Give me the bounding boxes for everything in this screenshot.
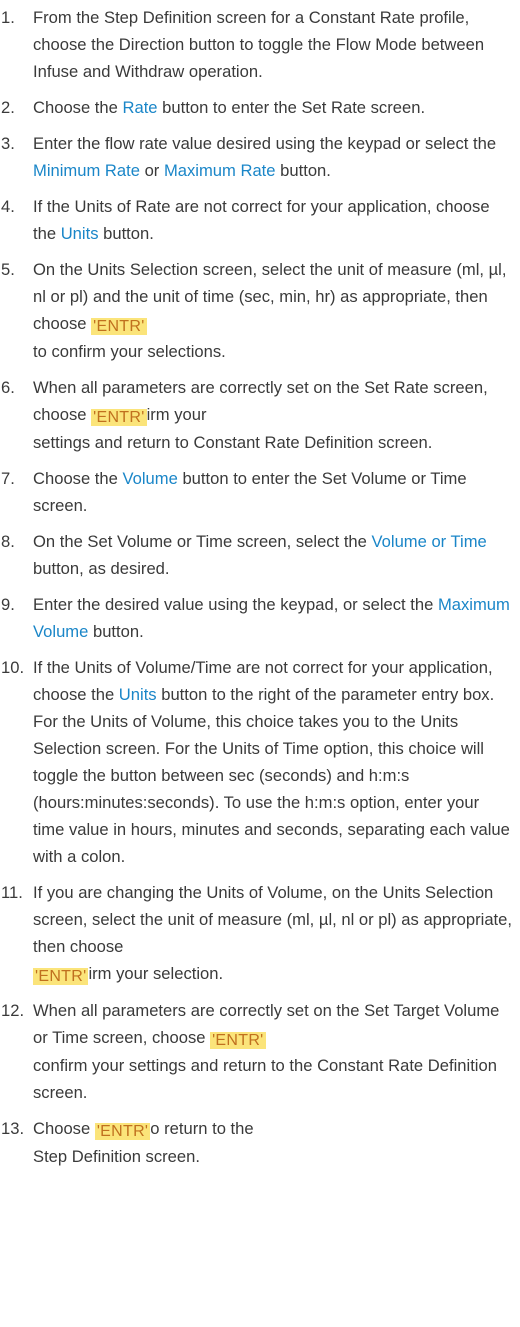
step-text-segment: button. (98, 224, 154, 243)
list-item: 8. On the Set Volume or Time screen, sele… (0, 528, 520, 582)
step-text: If the Units of Rate are not correct for… (33, 193, 514, 247)
step-number: 2. (1, 98, 15, 117)
list-item: 3. Enter the flow rate value desired usin… (0, 130, 520, 184)
step-text-segment: irm your selection. (88, 964, 224, 983)
entr-key-label: 'ENTR' (91, 318, 147, 335)
entr-key-label: 'ENTR' (91, 409, 147, 426)
step-number: 8. (1, 532, 15, 551)
step-number: 9. (1, 595, 15, 614)
list-item: 7. Choose the Volume button to enter the … (0, 465, 520, 519)
step-text-segment: When all parameters are correctly set on… (33, 1001, 500, 1047)
list-item: 12. When all parameters are correctly set… (0, 997, 520, 1106)
list-item: 6. When all parameters are correctly set … (0, 374, 520, 456)
step-text-segment: button. (275, 161, 331, 180)
step-text: Enter the flow rate value desired using … (33, 130, 514, 184)
instruction-list: 1. From the Step Definition screen for a … (0, 0, 520, 1170)
step-text: Choose the Rate button to enter the Set … (33, 94, 514, 121)
step-text-segment: button to the right of the parameter ent… (33, 685, 510, 866)
step-number: 4. (1, 197, 15, 216)
step-text: Choose the Volume button to enter the Se… (33, 465, 514, 519)
step-text: Enter the desired value using the keypad… (33, 591, 514, 645)
step-text: If the Units of Volume/Time are not corr… (33, 654, 514, 870)
step-number: 13. (1, 1119, 25, 1138)
step-text: When all parameters are correctly set on… (33, 374, 514, 456)
button-reference[interactable]: Minimum Rate (33, 161, 140, 180)
button-reference[interactable]: Volume (122, 469, 177, 488)
step-text-segment: Choose the (33, 98, 123, 117)
entr-key-label: 'ENTR' (210, 1032, 266, 1049)
step-text-segment: From the Step Definition screen for a Co… (33, 8, 485, 81)
entr-key-label: 'ENTR' (94, 1123, 151, 1140)
step-number: 5. (1, 260, 15, 279)
step-text-segment: Choose the (33, 469, 123, 488)
list-item: 11. If you are changing the Units of Volu… (0, 879, 520, 988)
button-reference[interactable]: Units (119, 685, 157, 704)
step-number: 10. (1, 658, 25, 677)
step-text-segment: Choose (33, 1119, 95, 1138)
button-reference[interactable]: Maximum Rate (164, 161, 276, 180)
step-number: 3. (1, 134, 15, 153)
step-number: 6. (1, 378, 15, 397)
entr-key-label: 'ENTR' (33, 968, 89, 985)
step-text-segment: to confirm your selections. (33, 342, 226, 361)
step-number: 11. (1, 883, 23, 902)
button-reference[interactable]: Rate (122, 98, 157, 117)
list-item: 1. From the Step Definition screen for a … (0, 4, 520, 85)
list-item: 10. If the Units of Volume/Time are not c… (0, 654, 520, 870)
step-text-segment: or (139, 161, 164, 180)
step-number: 1. (1, 8, 15, 27)
step-text: When all parameters are correctly set on… (33, 997, 514, 1106)
step-text: On the Units Selection screen, select th… (33, 256, 514, 365)
list-item: 13. Choose 'ENTR' o return to the Step Def… (0, 1115, 520, 1170)
button-reference[interactable]: Volume or Time (372, 532, 487, 551)
list-item: 9. Enter the desired value using the keyp… (0, 591, 520, 645)
step-text-segment: button. (88, 622, 144, 641)
step-number: 12. (1, 1001, 25, 1020)
list-item: 2. Choose the Rate button to enter the Se… (0, 94, 520, 121)
step-text-segment: Enter the desired value using the keypad… (33, 595, 438, 614)
step-text-segment: If you are changing the Units of Volume,… (33, 883, 513, 956)
step-text: Choose 'ENTR' o return to the Step Defini… (33, 1115, 514, 1170)
button-reference[interactable]: Units (61, 224, 99, 243)
step-text-segment: button, as desired. (33, 559, 170, 578)
step-text-segment: Enter the flow rate value desired using … (33, 134, 497, 153)
step-text: From the Step Definition screen for a Co… (33, 4, 514, 85)
step-text-segment: confirm your settings and return to the … (33, 1056, 497, 1102)
list-item: 5. On the Units Selection screen, select … (0, 256, 520, 365)
step-text-segment: button to enter the Set Rate screen. (157, 98, 426, 117)
list-item: 4. If the Units of Rate are not correct f… (0, 193, 520, 247)
step-text: On the Set Volume or Time screen, select… (33, 528, 514, 582)
step-text-segment: On the Set Volume or Time screen, select… (33, 532, 372, 551)
step-text: If you are changing the Units of Volume,… (33, 879, 514, 988)
step-number: 7. (1, 469, 15, 488)
